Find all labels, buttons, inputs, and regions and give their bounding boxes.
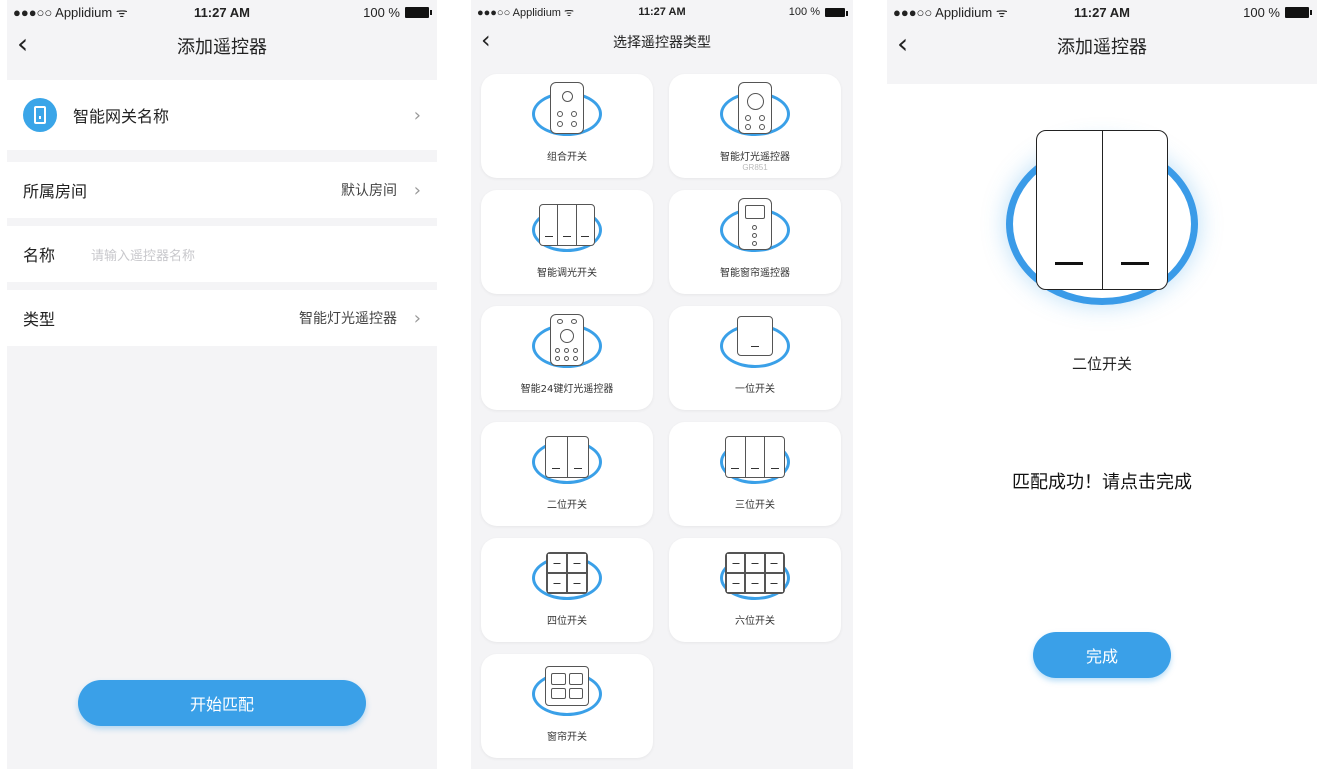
status-bar: ●●●○○ Applidium ᯤ 11:27 AM 100 % (7, 0, 437, 24)
remote-type-card[interactable]: 窗帘开关 (481, 654, 653, 758)
gateway-icon (23, 98, 57, 132)
card-model: GR851 (742, 163, 768, 172)
carrier-label: ●●●○○ Applidium ᯤ (13, 5, 128, 20)
card-label: 六位开关 (735, 616, 775, 627)
status-bar: ●●●○○ Applidium ᯤ 11:27 AM 100 % (887, 0, 1317, 24)
remote-24key-icon (550, 314, 584, 366)
switch-4-icon (546, 552, 588, 594)
type-label: 类型 (23, 310, 56, 329)
curtain-switch-icon (545, 666, 589, 706)
page-title: 添加遥控器 (177, 37, 267, 58)
room-row[interactable]: 所属房间 默认房间 › (7, 162, 437, 218)
chevron-right-icon: › (413, 307, 421, 329)
success-message: 匹配成功！请点击完成 (1012, 472, 1192, 493)
name-label: 名称 (23, 246, 56, 265)
card-label: 四位开关 (547, 616, 587, 627)
card-label: 窗帘开关 (547, 732, 587, 743)
battery-indicator: 100 % (788, 6, 848, 18)
back-icon[interactable]: ‹ (897, 28, 908, 60)
card-label: 组合开关 (547, 152, 587, 163)
battery-percent: 100 % (788, 6, 820, 18)
done-button[interactable]: 完成 (1033, 632, 1171, 678)
switch-2-icon (1036, 130, 1168, 290)
card-label: 智能调光开关 (537, 268, 597, 279)
nav-bar: ‹ 添加遥控器 (7, 24, 437, 68)
dimmer-switch-icon (539, 204, 595, 246)
switch-3-icon (725, 436, 785, 478)
battery-icon (405, 6, 432, 18)
remote-type-card[interactable]: 二位开关 (481, 422, 653, 526)
device-name: 二位开关 (1071, 355, 1132, 373)
battery-percent: 100 % (1243, 4, 1280, 20)
card-label: 智能灯光遥控器 (720, 152, 790, 163)
status-bar: ●●●○○ Applidium ᯤ 11:27 AM 100 % (471, 0, 853, 24)
battery-icon (825, 7, 848, 17)
remote-type-card[interactable]: 组合开关 (481, 74, 653, 178)
remote-light-icon (738, 82, 772, 134)
back-icon[interactable]: ‹ (17, 28, 28, 60)
name-input[interactable]: 请输入遥控器名称 (91, 245, 195, 264)
card-label: 三位开关 (735, 500, 775, 511)
card-label: 智能窗帘遥控器 (720, 268, 790, 279)
back-icon[interactable]: ‹ (481, 24, 491, 56)
switch-2-icon (545, 436, 589, 478)
clock: 11:27 AM (638, 6, 686, 18)
remote-type-card[interactable]: 六位开关 (669, 538, 841, 642)
card-label: 一位开关 (735, 384, 775, 395)
page-title: 选择遥控器类型 (613, 35, 711, 51)
type-value: 智能灯光遥控器 (299, 311, 397, 327)
switch-1-icon (737, 316, 773, 356)
pairing-success-screen: ●●●○○ Applidium ᯤ 11:27 AM 100 % ‹ 添加遥控器… (887, 0, 1317, 769)
remote-type-card[interactable]: 一位开关 (669, 306, 841, 410)
gateway-row[interactable]: 智能网关名称 › (7, 80, 437, 150)
room-value: 默认房间 (341, 183, 397, 199)
carrier-label: ●●●○○ Applidium ᯤ (477, 6, 575, 19)
type-row[interactable]: 类型 智能灯光遥控器 › (7, 290, 437, 346)
switch-6-icon (725, 552, 785, 594)
nav-bar: ‹ 添加遥控器 (887, 24, 1317, 68)
remote-type-card[interactable]: 智能灯光遥控器 GR851 (669, 74, 841, 178)
remote-combo-icon (550, 82, 584, 134)
chevron-right-icon: › (413, 104, 421, 126)
battery-indicator: 100 % (363, 4, 432, 20)
remote-type-card[interactable]: 三位开关 (669, 422, 841, 526)
remote-type-card[interactable]: 智能窗帘遥控器 (669, 190, 841, 294)
chevron-right-icon: › (413, 179, 421, 201)
clock: 11:27 AM (194, 4, 250, 20)
page-title: 添加遥控器 (1057, 37, 1147, 58)
remote-type-card[interactable]: 智能调光开关 (481, 190, 653, 294)
battery-percent: 100 % (363, 4, 400, 20)
add-remote-screen: ●●●○○ Applidium ᯤ 11:27 AM 100 % ‹ 添加遥控器… (7, 0, 437, 769)
card-label: 智能24键灯光遥控器 (520, 384, 614, 395)
clock: 11:27 AM (1074, 4, 1130, 20)
curtain-remote-icon (738, 198, 772, 250)
name-row[interactable]: 名称 请输入遥控器名称 (7, 226, 437, 282)
battery-indicator: 100 % (1243, 4, 1312, 20)
nav-bar: ‹ 选择遥控器类型 (471, 24, 853, 60)
gateway-name: 智能网关名称 (73, 107, 170, 126)
remote-type-card[interactable]: 四位开关 (481, 538, 653, 642)
card-label: 二位开关 (547, 500, 587, 511)
carrier-label: ●●●○○ Applidium ᯤ (893, 5, 1008, 20)
room-label: 所属房间 (23, 182, 88, 201)
select-remote-type-screen: ●●●○○ Applidium ᯤ 11:27 AM 100 % ‹ 选择遥控器… (471, 0, 853, 769)
remote-type-card[interactable]: 智能24键灯光遥控器 (481, 306, 653, 410)
battery-icon (1285, 6, 1312, 18)
start-pairing-button[interactable]: 开始匹配 (78, 680, 366, 726)
